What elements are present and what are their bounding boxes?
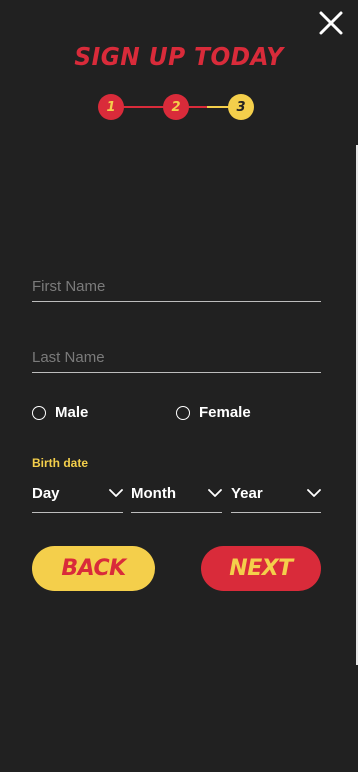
month-select[interactable]: Month xyxy=(131,480,222,513)
first-name-input[interactable] xyxy=(32,271,321,301)
step-connector xyxy=(207,106,229,108)
day-select[interactable]: Day xyxy=(32,480,123,513)
step-1-indicator: 1 xyxy=(98,94,124,120)
female-radio[interactable] xyxy=(176,405,190,420)
page-title: SIGN UP TODAY xyxy=(74,42,284,71)
male-label: Male xyxy=(55,404,89,421)
female-label: Female xyxy=(199,404,251,421)
gender-female-option[interactable]: Female xyxy=(176,404,251,421)
birth-date-label: Birth date xyxy=(32,456,89,470)
chevron-down-icon xyxy=(307,489,321,497)
close-button[interactable] xyxy=(316,8,346,38)
step-connector xyxy=(122,106,164,108)
month-select-value: Month xyxy=(131,484,176,502)
chevron-down-icon xyxy=(208,489,222,497)
gender-male-option[interactable]: Male xyxy=(32,404,88,421)
progress-stepper: 1 2 3 xyxy=(98,94,256,120)
first-name-field xyxy=(32,271,321,302)
year-select-value: Year xyxy=(231,484,263,502)
step-3-indicator: 3 xyxy=(228,94,254,120)
step-connector xyxy=(187,106,207,108)
male-radio[interactable] xyxy=(32,405,46,420)
day-select-value: Day xyxy=(32,484,60,502)
step-2-indicator: 2 xyxy=(163,94,189,120)
close-icon xyxy=(319,11,343,35)
back-button[interactable]: BACK xyxy=(32,546,155,591)
next-button[interactable]: NEXT xyxy=(201,546,321,591)
last-name-field xyxy=(32,342,321,373)
last-name-input[interactable] xyxy=(32,342,321,372)
chevron-down-icon xyxy=(109,489,123,497)
year-select[interactable]: Year xyxy=(231,480,321,513)
